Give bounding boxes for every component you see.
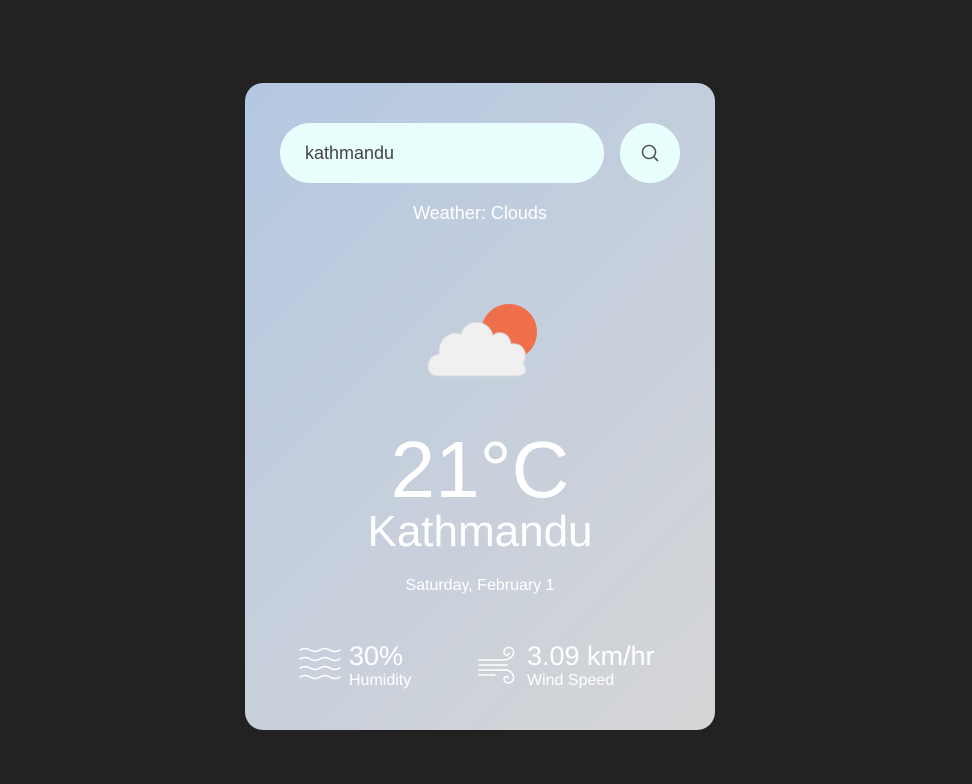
search-bar [280,123,680,183]
humidity-stat: 30% Humidity [299,638,429,693]
search-input[interactable] [280,123,604,183]
search-icon [641,144,659,162]
date: Saturday, February 1 [405,577,555,594]
humidity-value: 30% [349,641,404,671]
weather-description: Weather: Clouds [413,203,547,223]
search-button[interactable] [620,123,680,183]
wind-value: 3.09 km/hr [527,641,655,671]
temperature: 21°C [390,425,570,514]
city-name: Kathmandu [367,507,593,556]
wind-icon [478,646,515,684]
wind-label: Wind Speed [527,672,615,689]
cloud-sun-icon [427,304,537,377]
wind-stat: 3.09 km/hr Wind Speed [477,638,677,693]
weather-card: Weather: Clouds 21°C Kathmandu Saturday,… [245,83,715,730]
humidity-waves-icon [299,647,341,680]
humidity-label: Humidity [349,672,412,689]
